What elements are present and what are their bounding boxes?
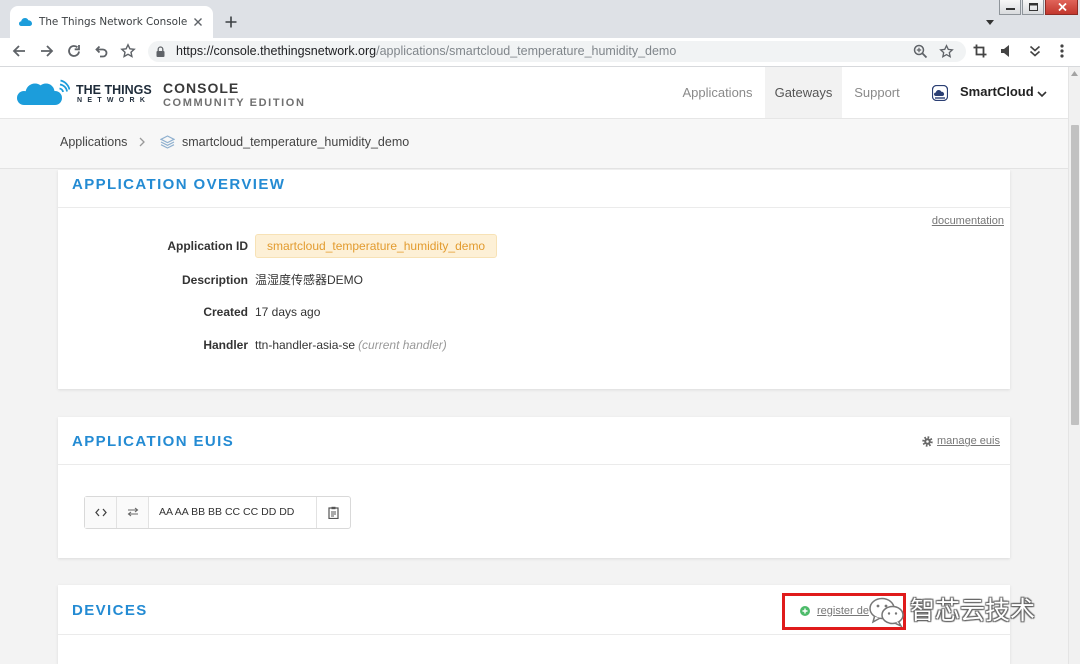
browser-window: The Things Network Console https://conso… xyxy=(0,0,1080,664)
manage-euis-link[interactable]: manage euis xyxy=(937,435,1000,448)
layers-icon xyxy=(160,135,175,149)
card-title: APPLICATION EUIS xyxy=(72,433,235,450)
field-label: Description xyxy=(181,273,248,287)
logo-text-line2: NETWORK xyxy=(77,97,151,104)
nav-gateways[interactable]: Gateways xyxy=(765,67,842,118)
eui-field: AA AA BB BB CC CC DD DD xyxy=(84,496,351,529)
url-host: https://console.thethingsnetwork.org xyxy=(176,44,377,58)
chevron-down-icon[interactable] xyxy=(1037,91,1047,98)
browser-tab[interactable]: The Things Network Console xyxy=(10,6,213,38)
url-path: /applications/smartcloud_temperature_hum… xyxy=(376,44,677,58)
new-tab-icon[interactable] xyxy=(225,16,237,28)
product-name: CONSOLE xyxy=(163,80,240,96)
field-value: ttn-handler-asia-se (current handler) xyxy=(255,333,447,357)
eui-byte-order-toggle[interactable] xyxy=(117,497,149,528)
crop-icon[interactable] xyxy=(973,44,987,58)
card-header: APPLICATION EUIS manage euis xyxy=(58,417,1010,465)
double-chevron-down-icon[interactable] xyxy=(1029,45,1041,57)
ttn-favicon-icon xyxy=(19,18,32,26)
eui-value[interactable]: AA AA BB BB CC CC DD DD xyxy=(159,497,294,528)
field-label: Application ID xyxy=(167,239,248,253)
forward-arrow-icon[interactable] xyxy=(39,43,55,59)
zoom-icon[interactable] xyxy=(913,44,928,59)
application-euis-card: APPLICATION EUIS manage euis AA AA BB BB… xyxy=(58,417,1010,558)
handler-value: ttn-handler-asia-se xyxy=(255,338,356,352)
field-value: smartcloud_temperature_humidity_demo xyxy=(255,234,498,258)
tab-title: The Things Network Console xyxy=(39,16,188,28)
field-application-id: Application ID smartcloud_temperature_hu… xyxy=(58,234,758,258)
field-label: Handler xyxy=(203,338,248,352)
tab-strip: The Things Network Console xyxy=(0,0,1080,38)
bookmark-star-icon[interactable] xyxy=(939,44,954,59)
handler-note: (current handler) xyxy=(358,338,447,352)
undo-arrow-icon[interactable] xyxy=(93,43,109,59)
close-window-icon xyxy=(1058,3,1067,11)
user-avatar-icon[interactable] xyxy=(932,85,948,101)
scroll-up-arrow-icon[interactable] xyxy=(1071,71,1078,76)
application-id-tag[interactable]: smartcloud_temperature_humidity_demo xyxy=(255,234,498,258)
url-text[interactable]: https://console.thethingsnetwork.org/app… xyxy=(176,41,676,62)
tab-close-icon[interactable] xyxy=(193,17,203,27)
application-overview-card: APPLICATION OVERVIEW documentation Appli… xyxy=(58,170,1010,389)
card-title: DEVICES xyxy=(72,602,148,619)
restore-button[interactable] xyxy=(1022,0,1044,15)
card-header: APPLICATION OVERVIEW xyxy=(58,170,1010,208)
field-value: 温湿度传感器DEMO xyxy=(255,273,364,287)
tab-list-dropdown-icon[interactable] xyxy=(986,20,994,25)
breadcrumb-chevron-icon xyxy=(139,137,145,147)
scrollbar-thumb[interactable] xyxy=(1071,125,1079,425)
page-scrollbar[interactable] xyxy=(1068,67,1080,664)
breadcrumb-applications[interactable]: Applications xyxy=(60,134,127,150)
site-header: THE THINGS NETWORK CONSOLE COMMUNITY EDI… xyxy=(0,67,1068,119)
nav-applications[interactable]: Applications xyxy=(670,67,765,118)
restore-icon xyxy=(1029,3,1038,11)
main-content: APPLICATION OVERVIEW documentation Appli… xyxy=(0,169,1068,664)
reload-icon[interactable] xyxy=(66,43,82,59)
wechat-icon xyxy=(869,597,904,628)
product-edition: COMMUNITY EDITION xyxy=(163,97,306,109)
swap-icon xyxy=(127,507,139,517)
code-icon xyxy=(95,508,107,517)
user-menu-name[interactable]: SmartCloud xyxy=(960,84,1034,100)
ttn-logo-icon[interactable] xyxy=(14,79,70,107)
logo-text-line1: THE THINGS xyxy=(76,83,152,97)
minimize-button[interactable] xyxy=(999,0,1021,15)
gear-icon[interactable] xyxy=(922,436,933,447)
field-value: 17 days ago xyxy=(255,305,321,319)
minimize-icon xyxy=(1006,8,1015,10)
eui-value-cell: AA AA BB BB CC CC DD DD xyxy=(149,497,317,528)
nav-support[interactable]: Support xyxy=(842,67,912,118)
back-arrow-icon[interactable] xyxy=(11,43,27,59)
address-bar[interactable]: https://console.thethingsnetwork.org/app… xyxy=(148,41,966,62)
watermark-text: 智芯云技术 xyxy=(910,597,1036,625)
lock-icon[interactable] xyxy=(156,46,165,57)
eui-format-toggle[interactable] xyxy=(85,497,117,528)
documentation-link[interactable]: documentation xyxy=(932,215,1004,228)
close-window-button[interactable] xyxy=(1045,0,1078,15)
field-handler: Handler ttn-handler-asia-se (current hand… xyxy=(58,333,758,357)
speaker-icon[interactable] xyxy=(1001,45,1014,57)
breadcrumb-current: smartcloud_temperature_humidity_demo xyxy=(182,135,410,149)
field-created: Created 17 days ago xyxy=(58,300,758,324)
bookmarks-star-icon[interactable] xyxy=(120,43,136,59)
breadcrumb: Applications smartcloud_temperature_humi… xyxy=(0,119,1068,169)
card-title: APPLICATION OVERVIEW xyxy=(72,176,286,193)
clipboard-icon xyxy=(328,506,339,519)
copy-eui-button[interactable] xyxy=(317,497,350,528)
field-description: Description 温湿度传感器DEMO xyxy=(58,268,758,292)
kebab-menu-icon[interactable] xyxy=(1060,44,1064,58)
field-label: Created xyxy=(203,305,248,319)
